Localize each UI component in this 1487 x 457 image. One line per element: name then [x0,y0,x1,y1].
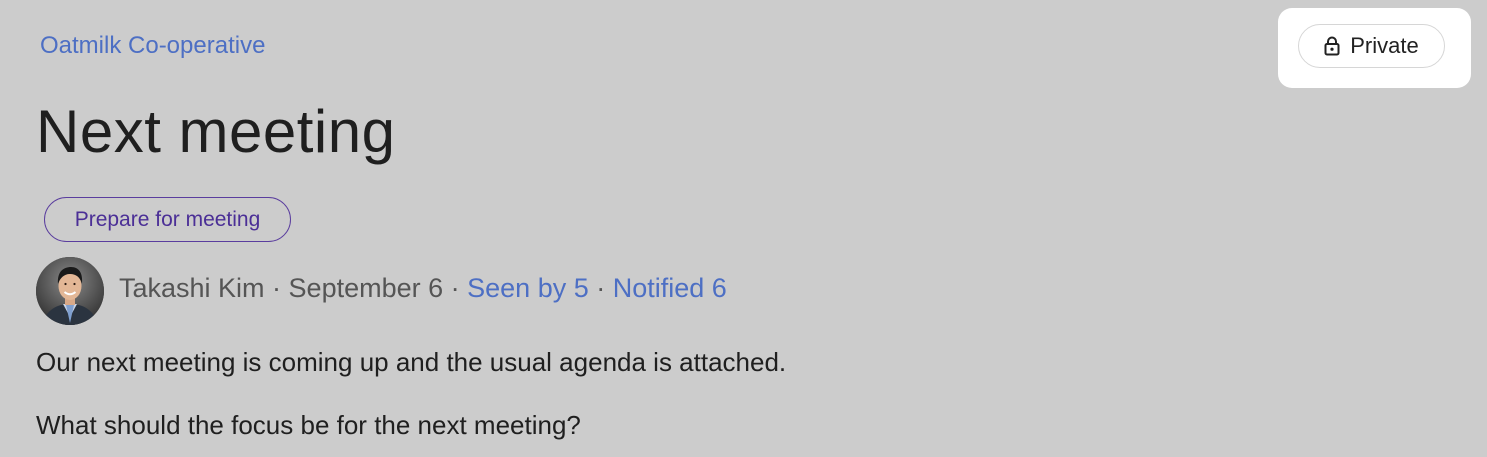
post-meta: Takashi Kim · September 6 · Seen by 5 · … [119,271,727,305]
lock-icon [1324,36,1340,56]
author-avatar[interactable] [36,257,104,325]
author-name[interactable]: Takashi Kim [119,273,265,303]
privacy-panel: Private [1278,8,1471,88]
notified-link[interactable]: Notified 6 [613,273,727,303]
seen-by-link[interactable]: Seen by 5 [467,273,589,303]
post-body-paragraph: What should the focus be for the next me… [36,410,581,440]
privacy-label: Private [1350,33,1419,58]
privacy-button[interactable]: Private [1298,24,1445,68]
meta-separator: · [264,273,289,303]
meta-separator: · [588,273,613,303]
meta-separator: · [443,273,468,303]
tag-prepare-for-meeting[interactable]: Prepare for meeting [44,197,291,242]
post-body-paragraph: Our next meeting is coming up and the us… [36,347,787,377]
page-title: Next meeting [36,98,396,165]
post-date: September 6 [288,273,444,303]
breadcrumb-link[interactable]: Oatmilk Co-operative [40,31,265,61]
